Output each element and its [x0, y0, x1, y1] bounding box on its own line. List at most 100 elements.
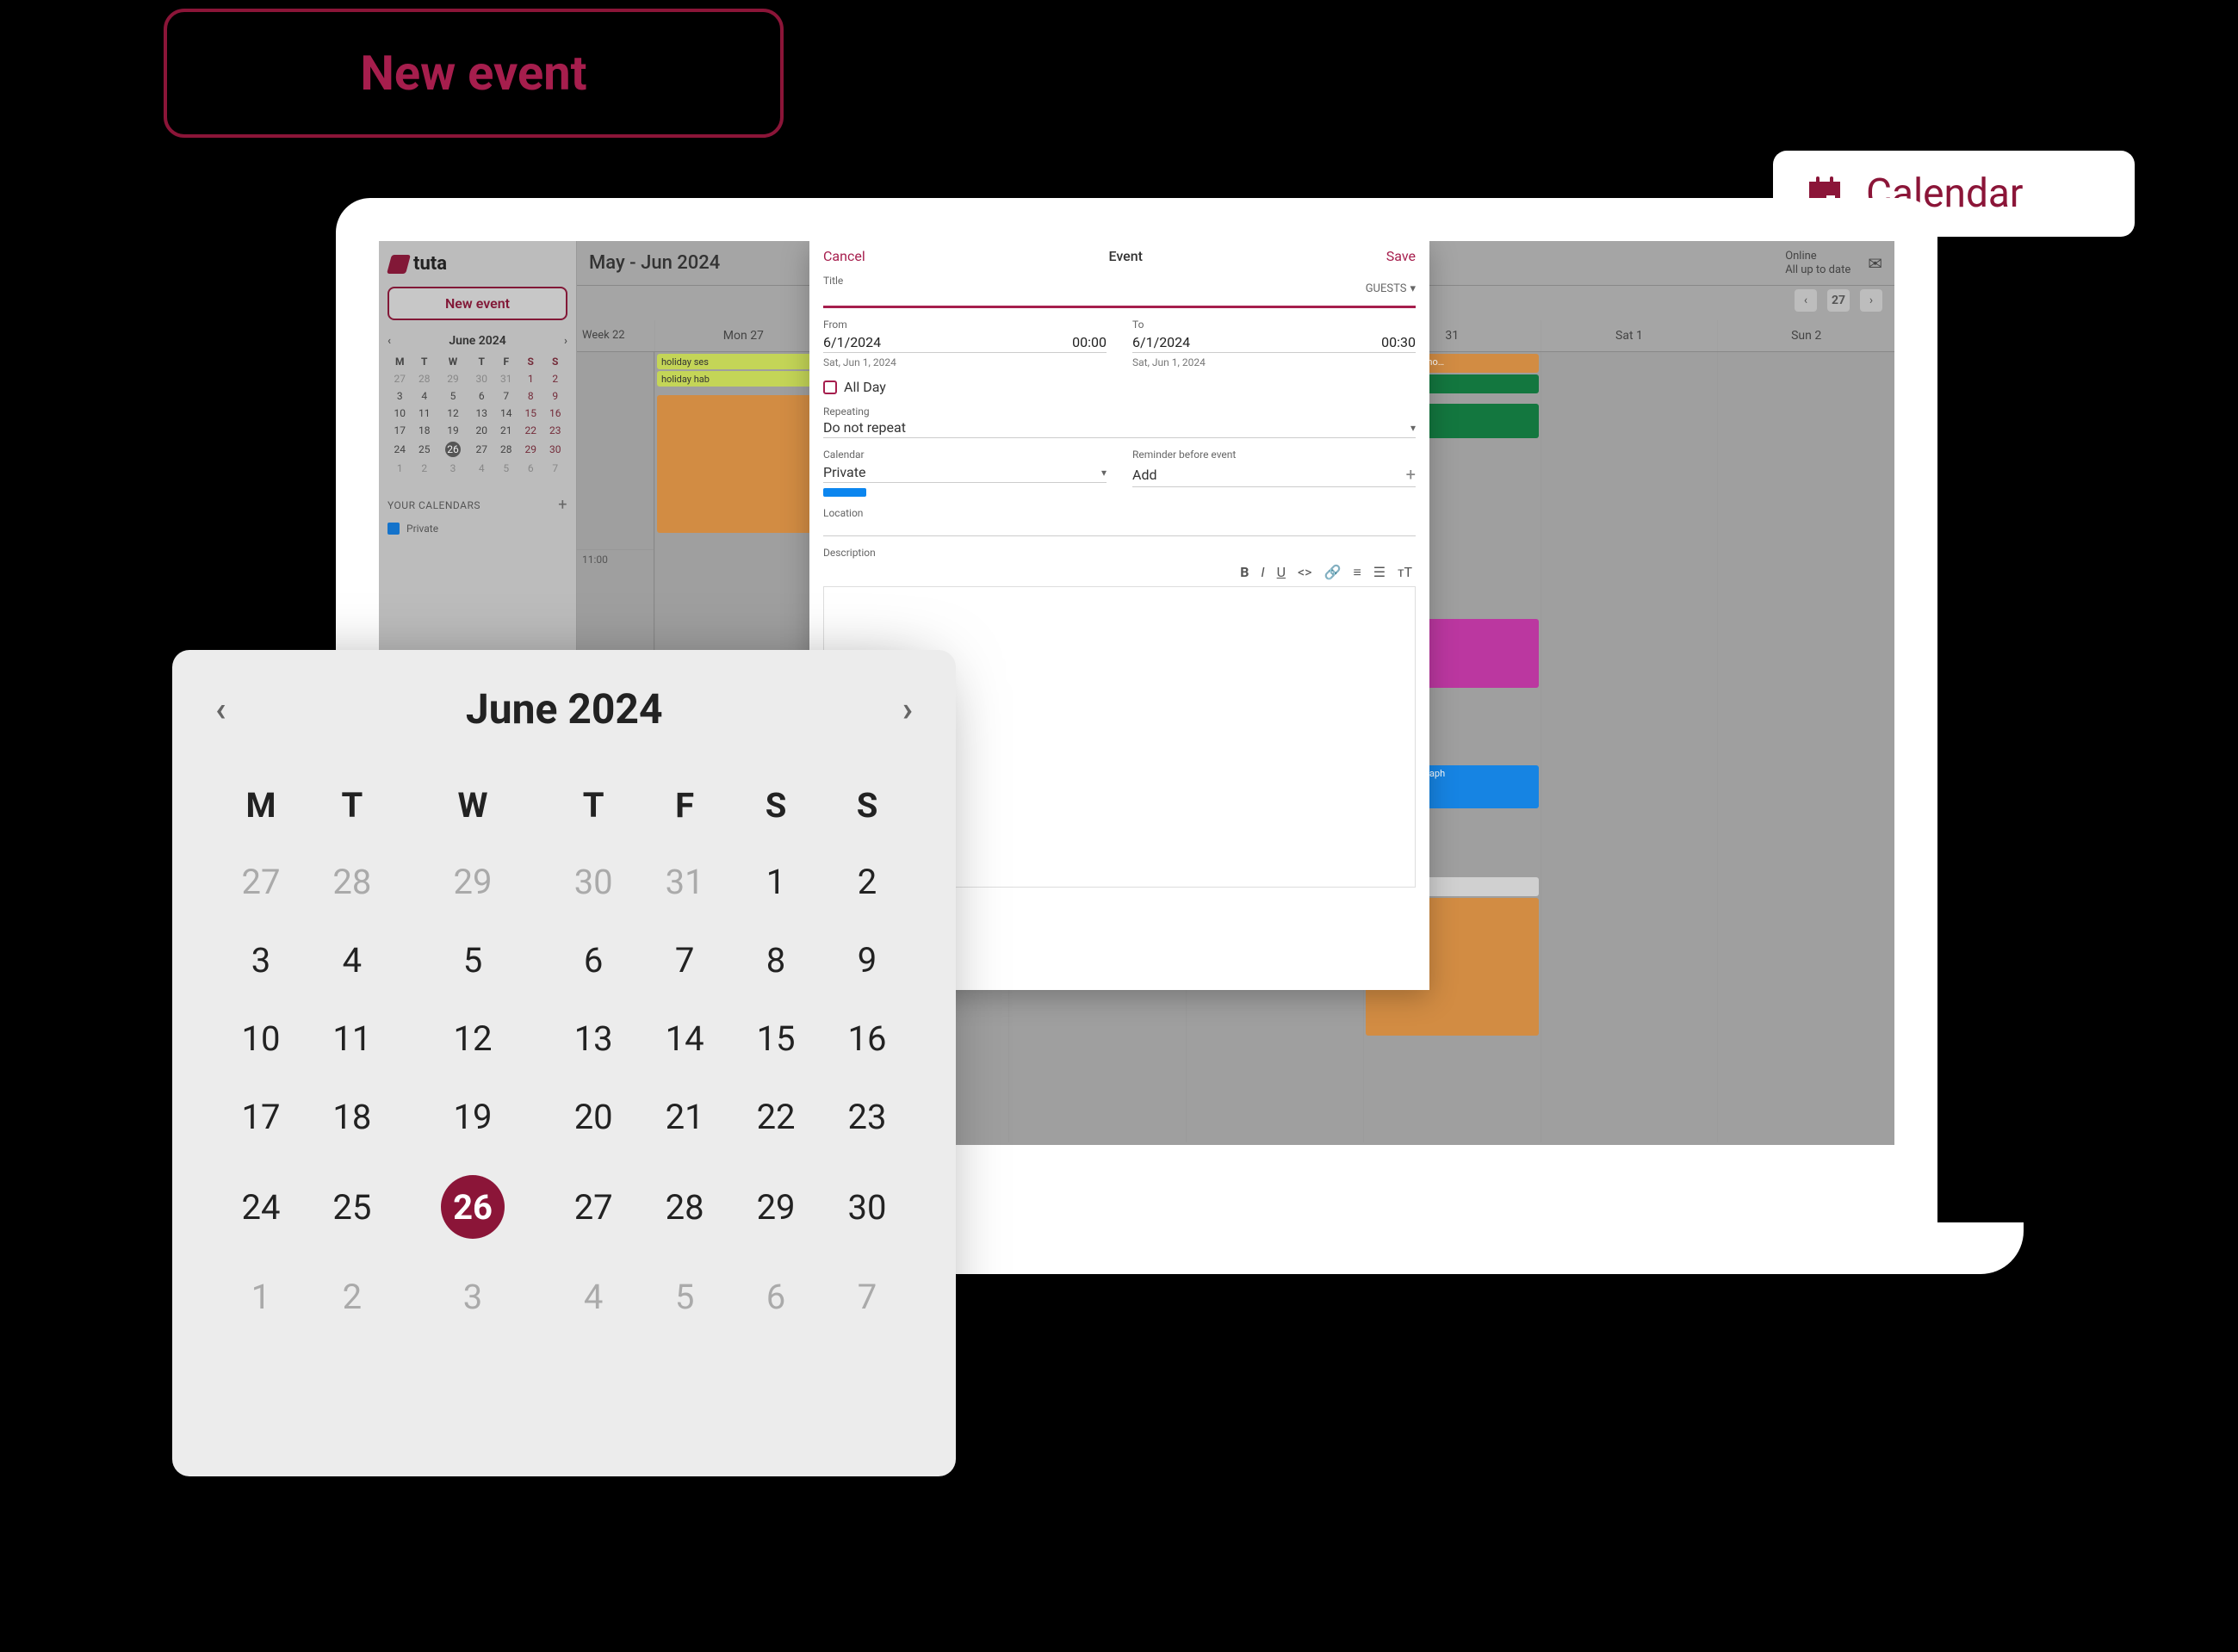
mini-cal-day[interactable]: 19 — [437, 422, 469, 439]
popup-cal-day[interactable]: 5 — [639, 1266, 730, 1327]
popup-cal-day[interactable]: 28 — [639, 1165, 730, 1249]
popup-cal-day[interactable]: 4 — [548, 1266, 639, 1327]
link-icon[interactable]: 🔗 — [1324, 564, 1342, 581]
from-date-input[interactable]: 6/1/2024 00:00 — [823, 332, 1107, 353]
popup-cal-day[interactable]: 25 — [307, 1165, 398, 1249]
mini-cal-day[interactable]: 5 — [437, 387, 469, 405]
sidebar-new-event-button[interactable]: New event — [387, 287, 567, 320]
mini-cal-day[interactable]: 30 — [543, 439, 568, 460]
mini-cal-day[interactable]: 6 — [469, 387, 494, 405]
nav-prev-icon[interactable]: ‹ — [1795, 289, 1817, 312]
mini-cal-prev-icon[interactable]: ‹ — [387, 335, 391, 348]
popup-cal-day[interactable]: 11 — [307, 1008, 398, 1069]
sidebar-mini-calendar[interactable]: ‹ June 2024 › MTWTFSS 272829303112345678… — [387, 329, 567, 477]
list-bullet-icon[interactable]: ≡ — [1353, 564, 1361, 581]
popup-cal-day[interactable]: 17 — [215, 1086, 307, 1148]
popup-cal-day[interactable]: 19 — [398, 1086, 548, 1148]
mini-cal-day[interactable]: 25 — [412, 439, 437, 460]
repeating-select[interactable]: Do not repeat ▾ — [823, 418, 1416, 438]
popup-cal-day[interactable]: 10 — [215, 1008, 307, 1069]
italic-icon[interactable]: I — [1261, 564, 1264, 581]
popup-cal-day[interactable]: 1 — [730, 851, 821, 913]
day-column[interactable] — [1717, 352, 1894, 1142]
mini-cal-day[interactable]: 12 — [437, 405, 469, 422]
underline-icon[interactable]: U — [1277, 564, 1286, 581]
mini-cal-day[interactable]: 1 — [387, 460, 412, 477]
mini-cal-day[interactable]: 11 — [412, 405, 437, 422]
mini-cal-day[interactable]: 29 — [518, 439, 543, 460]
popup-cal-day[interactable]: 28 — [307, 851, 398, 913]
save-button[interactable]: Save — [1386, 248, 1416, 264]
mini-cal-day[interactable]: 28 — [412, 370, 437, 387]
mini-cal-day[interactable]: 27 — [387, 370, 412, 387]
popup-cal-day[interactable]: 8 — [730, 930, 821, 991]
popup-cal-day[interactable]: 30 — [821, 1165, 913, 1249]
mini-cal-day[interactable]: 1 — [518, 370, 543, 387]
popup-cal-day[interactable]: 29 — [398, 851, 548, 913]
cancel-button[interactable]: Cancel — [823, 248, 865, 264]
clear-format-icon[interactable]: ᴛT — [1398, 564, 1412, 581]
location-input[interactable] — [823, 519, 1416, 536]
popup-cal-day[interactable]: 1 — [215, 1266, 307, 1327]
title-input[interactable] — [823, 287, 1366, 302]
mini-cal-day[interactable]: 26 — [437, 439, 469, 460]
mini-cal-day[interactable]: 23 — [543, 422, 568, 439]
calendar-select[interactable]: Private ▾ — [823, 462, 1107, 483]
list-number-icon[interactable]: ☰ — [1373, 564, 1386, 581]
mini-cal-day[interactable]: 22 — [518, 422, 543, 439]
calendar-item-private[interactable]: Private — [387, 523, 567, 535]
popup-cal-day[interactable]: 27 — [548, 1165, 639, 1249]
mini-cal-day[interactable]: 14 — [494, 405, 519, 422]
event-holiday1[interactable]: holiday ses — [657, 354, 830, 369]
mini-cal-day[interactable]: 2 — [412, 460, 437, 477]
popup-cal-day[interactable]: 24 — [215, 1165, 307, 1249]
popup-cal-day[interactable]: 3 — [398, 1266, 548, 1327]
mini-cal-day[interactable]: 13 — [469, 405, 494, 422]
popup-cal-day[interactable]: 5 — [398, 930, 548, 991]
popup-cal-day[interactable]: 12 — [398, 1008, 548, 1069]
mini-cal-day[interactable]: 4 — [469, 460, 494, 477]
mini-cal-day[interactable]: 24 — [387, 439, 412, 460]
mini-cal-day[interactable]: 16 — [543, 405, 568, 422]
mini-cal-day[interactable]: 15 — [518, 405, 543, 422]
mini-cal-day[interactable]: 6 — [518, 460, 543, 477]
guests-dropdown[interactable]: GUESTS ▾ — [1366, 282, 1416, 295]
popup-cal-day[interactable]: 22 — [730, 1086, 821, 1148]
mini-cal-day[interactable]: 7 — [494, 387, 519, 405]
popup-cal-day[interactable]: 2 — [821, 851, 913, 913]
mini-cal-day[interactable]: 28 — [494, 439, 519, 460]
popup-cal-day[interactable]: 27 — [215, 851, 307, 913]
mini-cal-day[interactable]: 3 — [387, 387, 412, 405]
event-holiday2[interactable]: holiday hab — [657, 371, 830, 387]
nav-today-icon[interactable]: 27 — [1827, 289, 1850, 312]
mini-cal-day[interactable]: 8 — [518, 387, 543, 405]
popup-cal-prev-icon[interactable]: ‹ — [215, 689, 226, 729]
popup-cal-day[interactable]: 21 — [639, 1086, 730, 1148]
popup-cal-day[interactable]: 20 — [548, 1086, 639, 1148]
new-event-badge[interactable]: New event — [164, 9, 784, 138]
popup-cal-day[interactable]: 30 — [548, 851, 639, 913]
mini-cal-day[interactable]: 2 — [543, 370, 568, 387]
mini-cal-day[interactable]: 17 — [387, 422, 412, 439]
mini-cal-day[interactable]: 5 — [494, 460, 519, 477]
popup-cal-day[interactable]: 26 — [398, 1165, 548, 1249]
bold-icon[interactable]: B — [1240, 564, 1249, 581]
nav-next-icon[interactable]: › — [1860, 289, 1882, 312]
popup-cal-day[interactable]: 6 — [548, 930, 639, 991]
mail-icon[interactable]: ✉ — [1868, 253, 1882, 274]
mini-cal-day[interactable]: 10 — [387, 405, 412, 422]
add-calendar-icon[interactable]: + — [558, 496, 567, 514]
mini-cal-next-icon[interactable]: › — [564, 335, 567, 348]
mini-cal-day[interactable]: 20 — [469, 422, 494, 439]
popup-cal-next-icon[interactable]: › — [902, 689, 913, 729]
day-column[interactable] — [1541, 352, 1718, 1142]
popup-cal-day[interactable]: 13 — [548, 1008, 639, 1069]
mini-cal-day[interactable]: 18 — [412, 422, 437, 439]
mini-cal-day[interactable]: 30 — [469, 370, 494, 387]
mini-cal-day[interactable]: 31 — [494, 370, 519, 387]
mini-cal-day[interactable]: 3 — [437, 460, 469, 477]
mini-cal-day[interactable]: 9 — [543, 387, 568, 405]
popup-cal-day[interactable]: 7 — [639, 930, 730, 991]
mini-cal-day[interactable]: 21 — [494, 422, 519, 439]
popup-calendar[interactable]: ‹ June 2024 › MTWTFSS 272829303112345678… — [172, 650, 956, 1476]
